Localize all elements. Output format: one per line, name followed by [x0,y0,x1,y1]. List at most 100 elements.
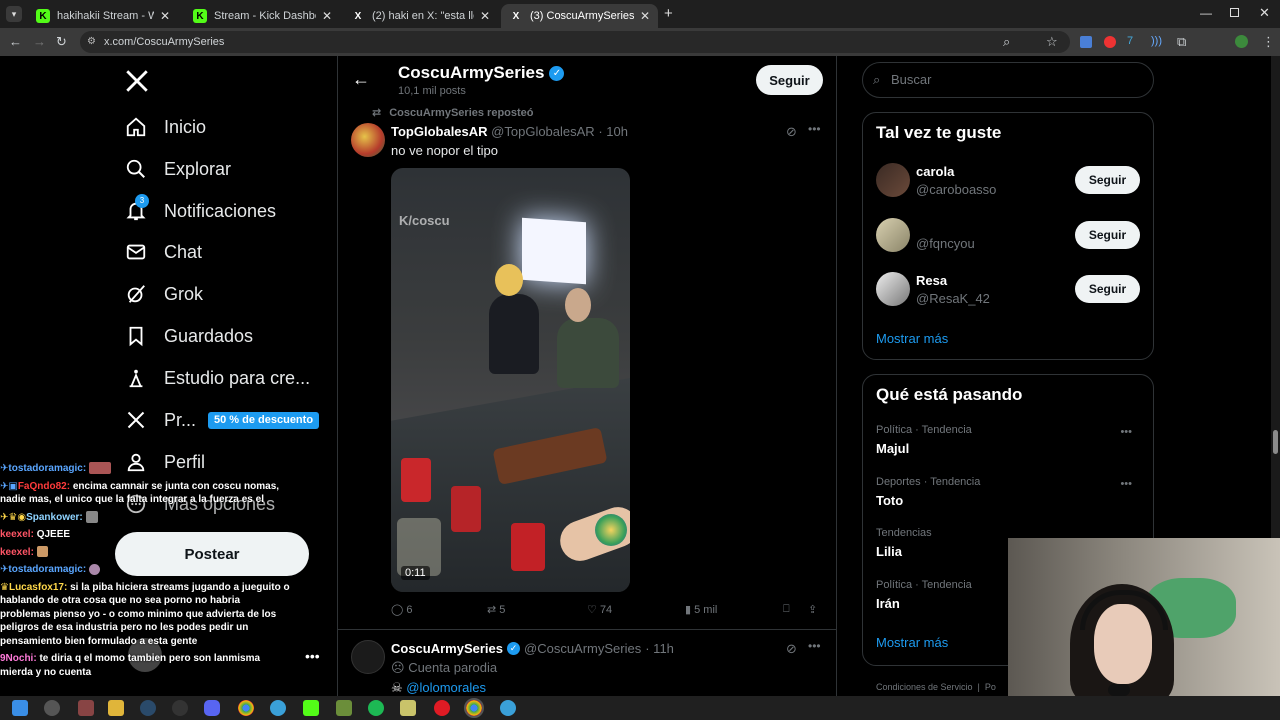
start-menu-icon[interactable] [12,700,28,716]
close-tab-icon[interactable]: ✕ [640,9,650,23]
suggestion-name[interactable]: carola [916,164,954,179]
nav-item-inicio[interactable]: Inicio [124,107,206,147]
trend-item[interactable]: Deportes · Tendencia Toto ••• [876,476,1140,508]
suggestion-avatar[interactable] [876,272,910,306]
task-view-icon[interactable] [78,700,94,716]
zoom-icon[interactable]: ⌕ [1003,34,1010,50]
share-icon[interactable]: ⇪ [808,603,817,616]
suggestion-avatar[interactable] [876,218,910,252]
show-more-link[interactable]: Mostrar más [876,331,948,346]
minecraft-icon[interactable] [336,700,352,716]
browser-tab-3[interactable]: X (2) haki en X: "esta lleno d strea ✕ [343,4,498,28]
suggestion-handle[interactable]: @ResaK_42 [916,291,990,306]
extension-icon[interactable] [1080,36,1092,48]
tab-list-menu-icon[interactable]: ▾ [6,6,22,22]
search-placeholder: Buscar [891,72,932,87]
bookmark-star-icon[interactable]: ☆ [1046,34,1058,50]
browser-menu-icon[interactable]: ⋮ [1262,34,1275,50]
restore-window-icon[interactable] [1230,8,1239,17]
trend-more-icon[interactable]: ••• [1120,426,1132,438]
nav-item-explorar[interactable]: Explorar [124,149,231,189]
premium-discount-badge[interactable]: 50 % de descuento [208,412,320,429]
search-input[interactable]: ⌕ Buscar [862,62,1154,98]
file-explorer-icon[interactable] [108,700,124,716]
browser-tab-2[interactable]: K Stream - Kick Dashboard ✕ [185,4,340,28]
tweet-handle[interactable]: @TopGlobalesAR [491,124,595,139]
nav-item-guardados[interactable]: Guardados [124,316,253,356]
tweet-author[interactable]: CoscuArmySeries [391,641,503,656]
app-icon[interactable] [400,700,416,716]
discord-icon[interactable] [204,700,220,716]
browser-tab-4[interactable]: X (3) CoscuArmySeries (@CoscuA ✕ [501,4,658,28]
x-logo[interactable] [124,68,150,94]
steam-icon[interactable] [140,700,156,716]
close-tab-icon[interactable]: ✕ [322,9,332,23]
trend-more-icon[interactable]: ••• [1120,478,1132,490]
close-window-icon[interactable]: ✕ [1259,5,1270,21]
reload-icon[interactable]: ↻ [56,34,67,50]
nav-item-chat[interactable]: Chat [124,232,202,272]
search-taskbar-icon[interactable] [44,700,60,716]
app-icon[interactable] [172,700,188,716]
close-tab-icon[interactable]: ✕ [480,9,490,23]
kick-icon[interactable] [303,700,319,716]
tweet-actions: ◯ 6 ⇄ 5 ♡ 74 ▮ 5 mil ⎕ ⇪ [391,603,831,619]
tweet-time[interactable]: · 10h [598,124,628,139]
nav-item-notificaciones[interactable]: 3 Notificaciones [124,191,276,231]
follow-profile-button[interactable]: Seguir [756,65,823,95]
profile-avatar-icon[interactable] [1235,35,1248,48]
tweet-more-icon[interactable]: ••• [808,122,821,136]
bookmark-icon[interactable]: ⎕ [783,603,790,616]
extensions-puzzle-icon[interactable]: ⧉ [1177,34,1186,50]
app-icon[interactable] [500,700,516,716]
extension-icon[interactable]: 7 [1127,35,1133,47]
suggestion-handle[interactable]: @caroboasso [916,182,996,197]
suggestion-name[interactable]: Resa [916,273,947,288]
address-bar[interactable]: ⚙ x.com/CoscuArmySeries [80,31,1070,53]
nav-item-grok[interactable]: Grok [124,274,203,314]
views-button[interactable]: ▮ 5 mil [685,603,717,616]
forward-icon[interactable]: → [33,34,46,49]
tweet-more-icon[interactable]: ••• [808,639,821,653]
back-arrow-icon[interactable]: ← [352,69,370,90]
follow-button[interactable]: Seguir [1075,166,1140,194]
chrome-icon[interactable] [238,700,254,716]
minimize-window-icon[interactable]: — [1200,6,1212,20]
footer-links[interactable]: Condiciones de Servicio | Po [876,682,996,692]
tweet-mention[interactable]: @lolomorales [406,680,486,695]
trend-item[interactable]: Política · Tendencia Majul ••• [876,424,1140,456]
reply-button[interactable]: ◯ 6 [391,603,413,616]
like-button[interactable]: ♡ 74 [587,603,612,616]
tweet-avatar[interactable] [351,640,385,674]
opera-icon[interactable] [434,700,450,716]
spotify-icon[interactable] [368,700,384,716]
follow-button[interactable]: Seguir [1075,275,1140,303]
nav-item-estudio[interactable]: Estudio para cre... [124,358,310,398]
suggestion-avatar[interactable] [876,163,910,197]
repost-button[interactable]: ⇄ 5 [487,603,505,616]
close-tab-icon[interactable]: ✕ [160,9,170,23]
tweet-author[interactable]: TopGlobalesAR [391,124,488,139]
browser-tab-1[interactable]: K hakihakii Stream - Watch Live o ✕ [28,4,178,28]
tweet-handle[interactable]: @CoscuArmySeries [524,641,641,656]
app-icon[interactable] [270,700,286,716]
video-person-2 [557,318,619,388]
scrollbar-thumb[interactable] [1273,430,1278,454]
account-more-icon[interactable]: ••• [305,648,320,664]
extension-icon[interactable]: ))) [1151,35,1162,47]
grok-explain-icon[interactable]: ⊘ [786,124,797,140]
follow-button[interactable]: Seguir [1075,221,1140,249]
tweet-video[interactable]: K/coscu 0:11 [391,168,630,592]
back-icon[interactable]: ← [9,34,22,49]
extension-icon[interactable] [1104,36,1116,48]
grok-explain-icon[interactable]: ⊘ [786,641,797,657]
nav-item-premium[interactable]: Pr... [124,400,196,440]
site-info-icon[interactable]: ⚙ [87,31,96,53]
tweet-avatar[interactable] [351,123,385,157]
repost-icon: ⇄ [487,604,497,616]
chrome-active-icon[interactable] [464,698,484,718]
tweet-time[interactable]: · 11h [645,641,674,656]
new-tab-icon[interactable]: + [664,5,673,22]
suggestion-handle[interactable]: @fqncyou [916,236,975,251]
trends-show-more-link[interactable]: Mostrar más [876,635,948,650]
